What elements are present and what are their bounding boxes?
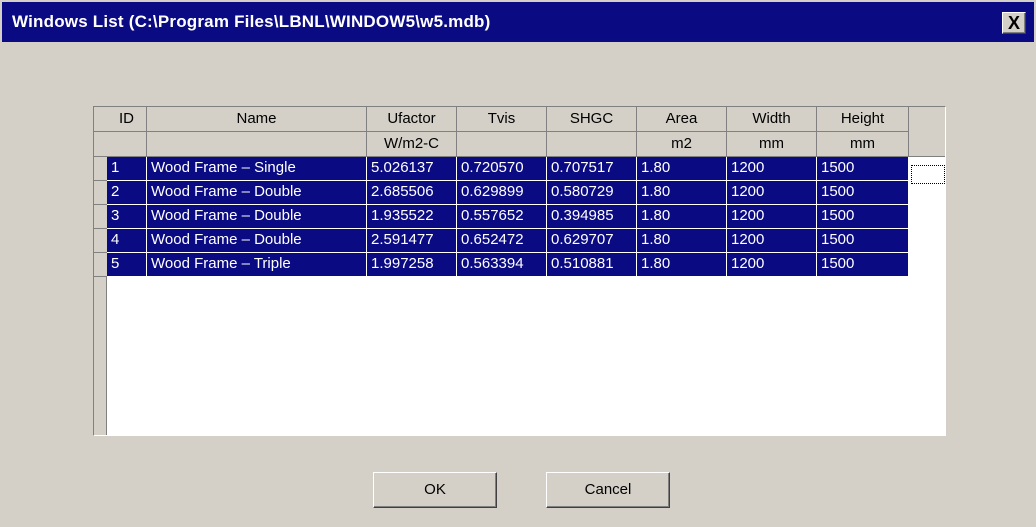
- cell-ufactor[interactable]: 2.591477: [367, 229, 457, 253]
- cell-id[interactable]: 2: [107, 181, 147, 205]
- focus-rectangle: [911, 165, 945, 184]
- column-unit-ufactor: W/m2-C: [367, 132, 457, 157]
- row-selector[interactable]: [94, 181, 107, 205]
- cell-tvis[interactable]: 0.720570: [457, 157, 547, 181]
- cell-shgc[interactable]: 0.394985: [547, 205, 637, 229]
- table-header: ID Name Ufactor W/m2-C Tvis SHGC Area m2 Width mm…: [94, 107, 994, 157]
- cell-height[interactable]: 1500: [817, 205, 909, 229]
- windows-table[interactable]: ID Name Ufactor W/m2-C Tvis SHGC Area m2 Width mm…: [93, 106, 946, 436]
- cell-shgc[interactable]: 0.580729: [547, 181, 637, 205]
- row-selector[interactable]: [94, 205, 107, 229]
- column-header-tvis[interactable]: Tvis: [457, 107, 547, 132]
- cell-ufactor[interactable]: 5.026137: [367, 157, 457, 181]
- cell-area[interactable]: 1.80: [637, 253, 727, 277]
- cell-name[interactable]: Wood Frame – Single: [147, 157, 367, 181]
- column-header-id[interactable]: ID: [107, 107, 147, 132]
- header-filler: [909, 107, 945, 157]
- column-unit-area: m2: [637, 132, 727, 157]
- cell-area[interactable]: 1.80: [637, 205, 727, 229]
- column-unit-height: mm: [817, 132, 909, 157]
- cell-name[interactable]: Wood Frame – Double: [147, 181, 367, 205]
- cancel-button[interactable]: Cancel: [546, 472, 670, 508]
- cell-height[interactable]: 1500: [817, 229, 909, 253]
- cell-area[interactable]: 1.80: [637, 181, 727, 205]
- cell-width[interactable]: 1200: [727, 181, 817, 205]
- cell-ufactor[interactable]: 1.935522: [367, 205, 457, 229]
- column-header-height[interactable]: Height: [817, 107, 909, 132]
- column-unit-width: mm: [727, 132, 817, 157]
- cell-tvis[interactable]: 0.563394: [457, 253, 547, 277]
- cell-id[interactable]: 3: [107, 205, 147, 229]
- dialog-title: Windows List (C:\Program Files\LBNL\WIND…: [12, 12, 491, 31]
- cell-area[interactable]: 1.80: [637, 157, 727, 181]
- cell-tvis[interactable]: 0.557652: [457, 205, 547, 229]
- column-unit-tvis: [457, 132, 547, 157]
- cell-width[interactable]: 1200: [727, 253, 817, 277]
- row-selector[interactable]: [94, 157, 107, 181]
- column-header-area[interactable]: Area: [637, 107, 727, 132]
- cell-width[interactable]: 1200: [727, 157, 817, 181]
- close-button[interactable]: X: [1002, 12, 1026, 34]
- cell-height[interactable]: 1500: [817, 181, 909, 205]
- cell-height[interactable]: 1500: [817, 157, 909, 181]
- cell-name[interactable]: Wood Frame – Double: [147, 229, 367, 253]
- cell-area[interactable]: 1.80: [637, 229, 727, 253]
- close-icon: X: [1007, 13, 1020, 33]
- cell-shgc[interactable]: 0.629707: [547, 229, 637, 253]
- row-selector[interactable]: [94, 229, 107, 253]
- cell-ufactor[interactable]: 1.997258: [367, 253, 457, 277]
- cell-id[interactable]: 1: [107, 157, 147, 181]
- column-header-shgc[interactable]: SHGC: [547, 107, 637, 132]
- cell-tvis[interactable]: 0.652472: [457, 229, 547, 253]
- column-unit-name: [147, 132, 367, 157]
- cell-shgc[interactable]: 0.707517: [547, 157, 637, 181]
- cell-tvis[interactable]: 0.629899: [457, 181, 547, 205]
- cell-id[interactable]: 5: [107, 253, 147, 277]
- cell-name[interactable]: Wood Frame – Double: [147, 205, 367, 229]
- cell-width[interactable]: 1200: [727, 205, 817, 229]
- cell-width[interactable]: 1200: [727, 229, 817, 253]
- cell-name[interactable]: Wood Frame – Triple: [147, 253, 367, 277]
- column-header-width[interactable]: Width: [727, 107, 817, 132]
- column-unit-id: [107, 132, 147, 157]
- cell-id[interactable]: 4: [107, 229, 147, 253]
- title-bar: Windows List (C:\Program Files\LBNL\WIND…: [2, 2, 1034, 42]
- column-header-name[interactable]: Name: [147, 107, 367, 132]
- windows-list-dialog: Windows List (C:\Program Files\LBNL\WIND…: [0, 0, 1036, 527]
- cell-shgc[interactable]: 0.510881: [547, 253, 637, 277]
- cell-height[interactable]: 1500: [817, 253, 909, 277]
- row-selector[interactable]: [94, 253, 107, 277]
- cell-ufactor[interactable]: 2.685506: [367, 181, 457, 205]
- column-header-ufactor[interactable]: Ufactor: [367, 107, 457, 132]
- column-unit-shgc: [547, 132, 637, 157]
- ok-button[interactable]: OK: [373, 472, 497, 508]
